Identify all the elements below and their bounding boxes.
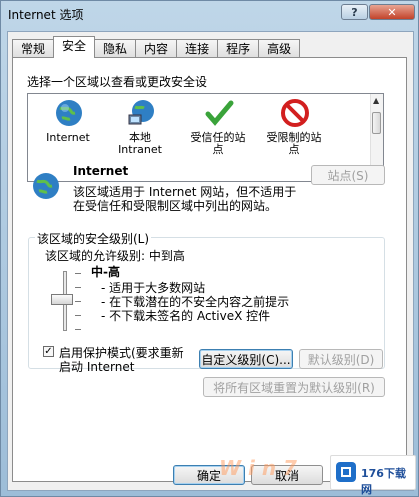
sites-button[interactable]: 站点(S) bbox=[311, 165, 385, 185]
site-logo: 176下载网 bbox=[330, 455, 416, 496]
restricted-icon bbox=[281, 99, 309, 127]
scroll-thumb[interactable] bbox=[372, 112, 381, 134]
security-level-name: 中-高 bbox=[91, 265, 120, 279]
security-level-group-label: 该区域的安全级别(L) bbox=[35, 230, 152, 247]
tab-privacy[interactable]: 隐私 bbox=[94, 39, 137, 58]
protected-mode-checkbox[interactable]: ✓ bbox=[43, 346, 54, 357]
close-button[interactable]: ✕ bbox=[369, 4, 415, 20]
zone-label: 受信任的站 点 bbox=[190, 131, 246, 156]
tab-strip: 常规 安全 隐私 内容 连接 程序 高级 bbox=[12, 36, 301, 58]
window-title: Internet 选项 bbox=[8, 8, 84, 22]
internet-options-window: Internet 选项 ? ✕ 常规 安全 隐私 内容 连接 程序 高级 选择一… bbox=[0, 0, 419, 497]
slider-tick bbox=[75, 273, 81, 274]
logo-text: 176下载网 bbox=[361, 467, 406, 496]
tab-security[interactable]: 安全 bbox=[53, 36, 96, 58]
check-icon bbox=[205, 100, 234, 126]
globe-icon bbox=[33, 173, 59, 199]
tab-general[interactable]: 常规 bbox=[12, 39, 55, 58]
logo-icon bbox=[336, 462, 356, 482]
allowed-levels-text: 该区域的允许级别: 中到高 bbox=[45, 249, 185, 263]
tab-advanced[interactable]: 高级 bbox=[258, 39, 301, 58]
security-level-slider-thumb[interactable] bbox=[51, 294, 73, 305]
selected-zone-name: Internet bbox=[73, 164, 129, 178]
protected-mode-label-line2: 启动 Internet bbox=[59, 360, 135, 374]
zone-label: 本地 Intranet bbox=[118, 131, 162, 156]
default-level-button[interactable]: 默认级别(D) bbox=[299, 349, 383, 369]
checkmark-icon: ✓ bbox=[44, 346, 53, 357]
watermark-text: W i n 7 bbox=[219, 456, 297, 480]
close-icon: ✕ bbox=[387, 5, 397, 19]
intranet-icon bbox=[128, 100, 154, 125]
slider-tick bbox=[75, 315, 81, 316]
level-description-line: - 不下载未签名的 ActiveX 控件 bbox=[101, 309, 271, 323]
zone-instructions: 选择一个区域以查看或更改安全设 bbox=[27, 75, 208, 89]
title-bar: Internet 选项 ? ✕ bbox=[1, 1, 418, 29]
tab-connections[interactable]: 连接 bbox=[176, 39, 219, 58]
reset-all-zones-button[interactable]: 将所有区域重置为默认级别(R) bbox=[203, 377, 385, 397]
scroll-up-icon[interactable]: ▲ bbox=[373, 96, 379, 105]
help-icon: ? bbox=[351, 5, 358, 19]
zone-label: Internet bbox=[46, 131, 90, 144]
globe-icon bbox=[56, 100, 82, 126]
slider-tick bbox=[75, 287, 81, 288]
help-button[interactable]: ? bbox=[341, 4, 368, 20]
slider-tick bbox=[75, 329, 81, 330]
zone-description-line2: 在受信任和受限制区域中列出的网站。 bbox=[73, 199, 278, 213]
zone-label: 受限制的站 点 bbox=[266, 131, 322, 156]
tab-content[interactable]: 内容 bbox=[135, 39, 178, 58]
tab-programs[interactable]: 程序 bbox=[217, 39, 260, 58]
slider-tick bbox=[75, 301, 81, 302]
custom-level-button[interactable]: 自定义级别(C)... bbox=[199, 349, 293, 369]
